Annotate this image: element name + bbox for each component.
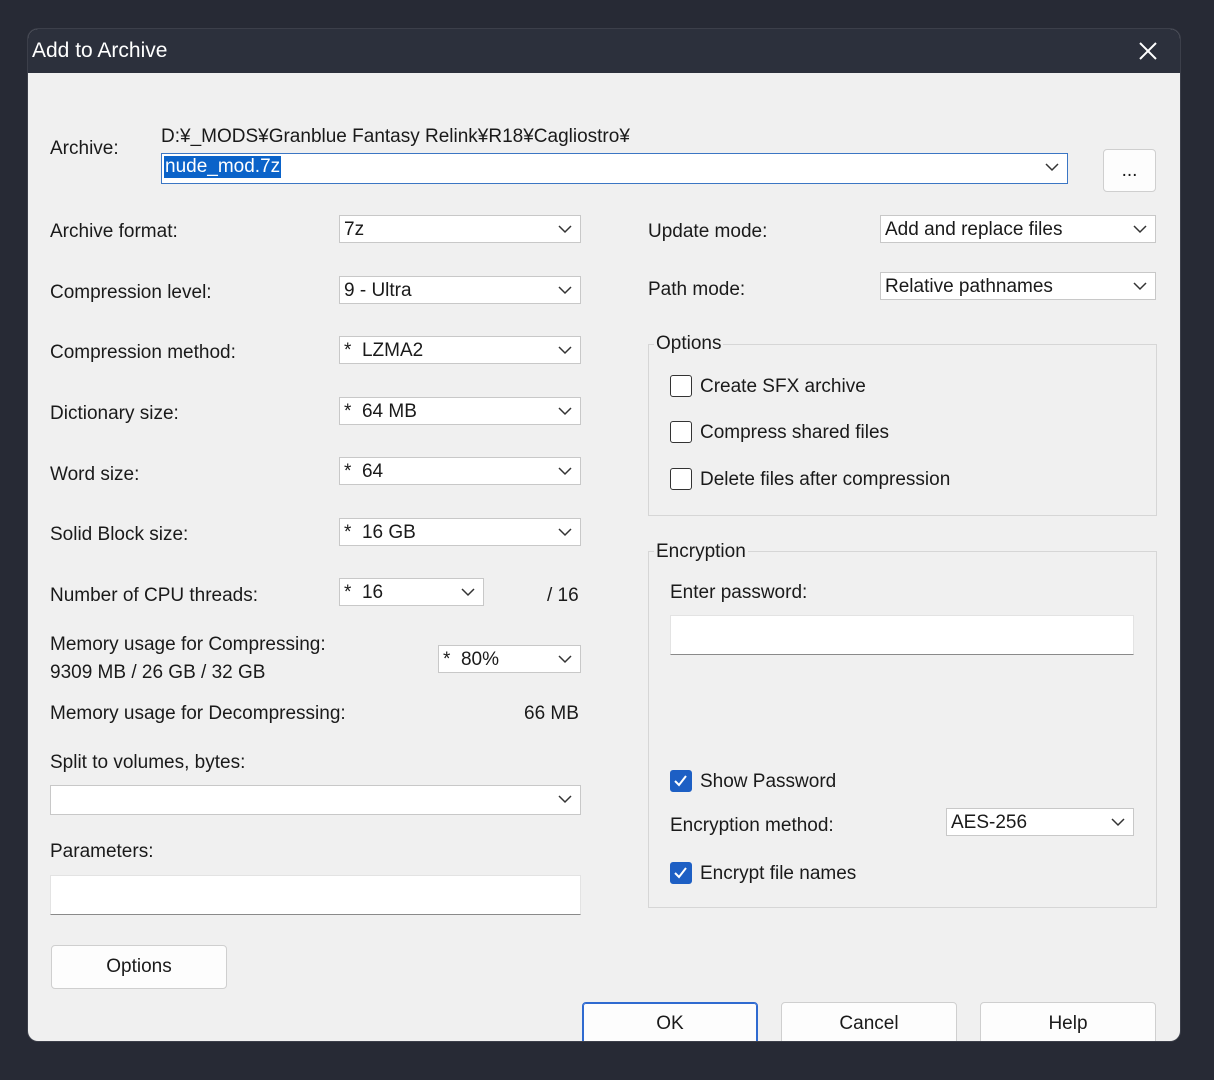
ok-button[interactable]: OK — [582, 1002, 758, 1041]
memory-decompress-label: Memory usage for Decompressing: — [50, 703, 346, 724]
encryption-method-value: AES-256 — [951, 812, 1028, 833]
compression-method-combo[interactable]: * LZMA2 — [339, 336, 581, 364]
add-to-archive-dialog: Add to Archive Archive: D:¥_MODS¥Granblu… — [28, 29, 1180, 1041]
cpu-threads-combo[interactable]: * 16 — [339, 578, 484, 606]
solid-block-size-label: Solid Block size: — [50, 524, 189, 545]
chevron-down-icon — [558, 346, 572, 355]
dialog-body: Archive: D:¥_MODS¥Granblue Fantasy Relin… — [28, 73, 1180, 1041]
dictionary-size-combo[interactable]: * 64 MB — [339, 397, 581, 425]
solid-block-size-value: * 16 GB — [344, 522, 416, 543]
archive-path: D:¥_MODS¥Granblue Fantasy Relink¥R18¥Cag… — [161, 126, 630, 147]
cancel-button[interactable]: Cancel — [781, 1002, 957, 1041]
create-sfx-checkbox[interactable] — [670, 375, 692, 397]
update-mode-value: Add and replace files — [885, 219, 1063, 240]
chevron-down-icon — [558, 795, 572, 804]
chevron-down-icon — [461, 588, 475, 597]
chevron-down-icon — [1111, 818, 1125, 827]
archive-name-combo[interactable]: nude_mod.7z — [161, 153, 1068, 184]
encryption-group-title: Encryption — [654, 541, 748, 563]
compression-method-label: Compression method: — [50, 342, 236, 363]
word-size-combo[interactable]: * 64 — [339, 457, 581, 485]
chevron-down-icon — [558, 225, 572, 234]
chevron-down-icon — [558, 286, 572, 295]
compress-shared-checkbox[interactable] — [670, 421, 692, 443]
parameters-label: Parameters: — [50, 841, 154, 862]
split-volumes-label: Split to volumes, bytes: — [50, 752, 246, 773]
encryption-method-label: Encryption method: — [670, 815, 834, 836]
memory-compress-label: Memory usage for Compressing: — [50, 634, 326, 655]
memory-compress-combo[interactable]: * 80% — [438, 645, 581, 673]
update-mode-label: Update mode: — [648, 221, 768, 242]
chevron-down-icon — [558, 467, 572, 476]
archive-format-value: 7z — [344, 219, 365, 240]
cpu-threads-value: * 16 — [344, 582, 384, 603]
chevron-down-icon — [558, 407, 572, 416]
archive-format-label: Archive format: — [50, 221, 178, 242]
help-button[interactable]: Help — [980, 1002, 1156, 1041]
create-sfx-label: Create SFX archive — [700, 376, 866, 397]
chevron-down-icon — [1133, 225, 1147, 234]
check-icon — [674, 775, 687, 787]
options-button[interactable]: Options — [51, 945, 227, 989]
compression-level-label: Compression level: — [50, 282, 212, 303]
update-mode-combo[interactable]: Add and replace files — [880, 215, 1156, 243]
compression-level-value: 9 - Ultra — [344, 280, 412, 301]
solid-block-size-combo[interactable]: * 16 GB — [339, 518, 581, 546]
close-button[interactable] — [1116, 29, 1180, 73]
chevron-down-icon — [558, 655, 572, 664]
cpu-threads-max: / 16 — [547, 585, 579, 606]
memory-compress-value: * 80% — [443, 649, 499, 670]
encrypt-names-label: Encrypt file names — [700, 863, 857, 884]
archive-format-combo[interactable]: 7z — [339, 215, 581, 243]
browse-button[interactable]: ... — [1103, 149, 1156, 192]
password-input[interactable] — [670, 615, 1134, 655]
memory-decompress-value: 66 MB — [524, 703, 579, 724]
compression-method-value: * LZMA2 — [344, 340, 424, 361]
chevron-down-icon — [1133, 282, 1147, 291]
archive-label: Archive: — [50, 138, 119, 159]
path-mode-combo[interactable]: Relative pathnames — [880, 272, 1156, 300]
encrypt-names-checkbox[interactable] — [670, 862, 692, 884]
compression-level-combo[interactable]: 9 - Ultra — [339, 276, 581, 304]
title-bar: Add to Archive — [28, 29, 1180, 73]
archive-name-value: nude_mod.7z — [164, 156, 282, 178]
encryption-method-combo[interactable]: AES-256 — [946, 808, 1134, 836]
parameters-input[interactable] — [50, 875, 581, 915]
encryption-group — [648, 551, 1157, 908]
path-mode-label: Path mode: — [648, 279, 746, 300]
split-volumes-combo[interactable] — [50, 785, 581, 815]
delete-after-checkbox[interactable] — [670, 468, 692, 490]
word-size-value: * 64 — [344, 461, 384, 482]
word-size-label: Word size: — [50, 464, 140, 485]
window-title: Add to Archive — [32, 39, 168, 62]
close-icon — [1139, 42, 1157, 60]
delete-after-label: Delete files after compression — [700, 469, 951, 490]
check-icon — [674, 867, 687, 879]
password-label: Enter password: — [670, 582, 808, 603]
compress-shared-label: Compress shared files — [700, 422, 890, 443]
dictionary-size-value: * 64 MB — [344, 401, 417, 422]
cpu-threads-label: Number of CPU threads: — [50, 585, 259, 606]
memory-compress-detail: 9309 MB / 26 GB / 32 GB — [50, 662, 266, 683]
chevron-down-icon — [558, 528, 572, 537]
show-password-label: Show Password — [700, 771, 837, 792]
path-mode-value: Relative pathnames — [885, 276, 1053, 297]
dictionary-size-label: Dictionary size: — [50, 403, 179, 424]
chevron-down-icon — [1045, 163, 1059, 172]
show-password-checkbox[interactable] — [670, 770, 692, 792]
options-group-title: Options — [654, 333, 724, 355]
